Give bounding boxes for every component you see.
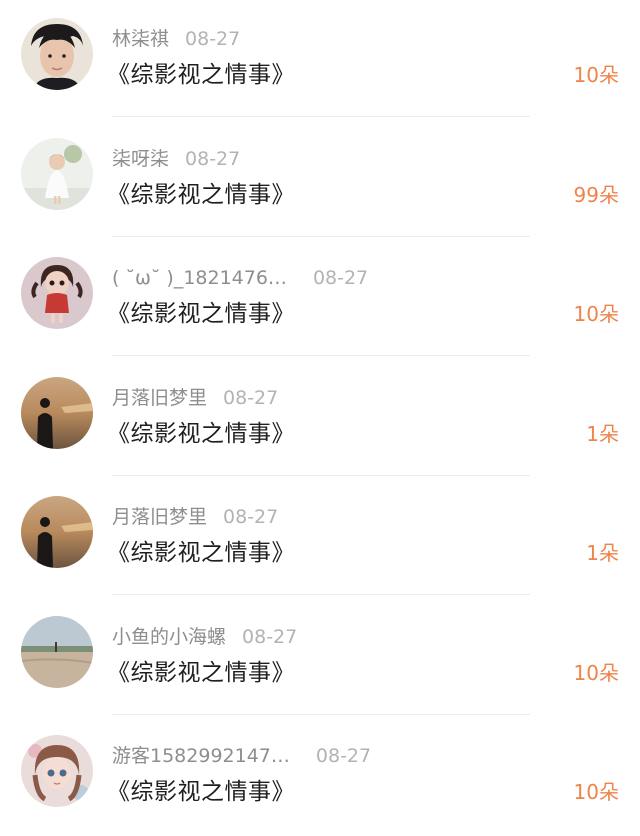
meta-line: 柒呀柒 08-27	[112, 146, 240, 172]
list-item[interactable]: 月落旧梦里 08-27 《综影视之情事》 1朵	[0, 478, 640, 598]
user-name[interactable]: 月落旧梦里	[112, 504, 207, 530]
date: 08-27	[315, 745, 372, 767]
meta-line: 月落旧梦里 08-27	[112, 385, 278, 411]
divider	[112, 713, 530, 715]
book-title[interactable]: 《综影视之情事》	[107, 775, 295, 809]
meta-line: 游客1582992147… 08-27	[112, 743, 371, 769]
meta-line: 小鱼的小海螺 08-27	[112, 624, 297, 650]
divider	[112, 594, 530, 595]
doll-figure-icon	[21, 257, 93, 329]
gift-count: 10朵	[573, 302, 619, 326]
avatar[interactable]	[21, 18, 93, 90]
divider	[112, 235, 530, 237]
user-name[interactable]: 小鱼的小海螺	[112, 624, 226, 650]
book-title[interactable]: 《综影视之情事》	[107, 58, 295, 92]
gift-count: 1朵	[586, 541, 619, 565]
divider	[112, 355, 530, 356]
divider	[112, 116, 530, 117]
user-name[interactable]: 柒呀柒	[112, 146, 169, 172]
sunset-silhouette-icon	[21, 496, 93, 568]
list-item[interactable]: ( ˘ω˘ )_1821476… 08-27 《综影视之情事》 10朵	[0, 239, 640, 359]
meta-line: 月落旧梦里 08-27	[112, 504, 278, 530]
avatar[interactable]	[21, 257, 93, 329]
date: 08-27	[185, 147, 241, 170]
boy-portrait-icon	[21, 18, 93, 90]
list-item[interactable]: 小鱼的小海螺 08-27 《综影视之情事》 10朵	[0, 598, 640, 718]
user-name[interactable]: 林柒祺	[112, 26, 169, 52]
gift-count: 1朵	[586, 421, 619, 446]
list-item[interactable]: 月落旧梦里 08-27 《综影视之情事》 1朵	[0, 359, 640, 479]
avatar[interactable]	[21, 735, 93, 807]
gift-count: 99朵	[573, 182, 619, 207]
avatar[interactable]	[21, 137, 93, 210]
book-title[interactable]: 《综影视之情事》	[107, 178, 295, 212]
avatar[interactable]	[21, 496, 93, 568]
book-title[interactable]: 《综影视之情事》	[107, 656, 295, 690]
sunset-silhouette-icon	[21, 376, 93, 449]
gift-count: 10朵	[573, 63, 619, 87]
book-title[interactable]: 《综影视之情事》	[107, 536, 295, 570]
gift-count: 10朵	[573, 660, 619, 685]
date: 08-27	[223, 506, 279, 528]
list-item[interactable]: 林柒祺 08-27 《综影视之情事》 10朵	[0, 0, 640, 120]
date: 08-27	[242, 625, 298, 648]
girl-white-dress-icon	[21, 137, 93, 210]
date: 08-27	[185, 28, 241, 50]
book-title[interactable]: 《综影视之情事》	[107, 417, 295, 451]
user-name[interactable]: 游客1582992147…	[112, 743, 290, 769]
beach-landscape-icon	[21, 615, 93, 688]
gift-count: 10朵	[573, 780, 619, 804]
date: 08-27	[312, 267, 369, 289]
book-title[interactable]: 《综影视之情事》	[107, 297, 295, 331]
user-name[interactable]: ( ˘ω˘ )_1821476…	[112, 265, 287, 291]
meta-line: 林柒祺 08-27	[112, 26, 240, 52]
user-name[interactable]: 月落旧梦里	[112, 385, 207, 411]
avatar[interactable]	[21, 615, 93, 688]
gift-record-list: 林柒祺 08-27 《综影视之情事》 10朵 柒呀柒 08-27 《综影视之情事》 …	[0, 0, 640, 836]
divider	[112, 474, 530, 476]
list-item[interactable]: 游客1582992147… 08-27 《综影视之情事》 10朵	[0, 717, 640, 836]
list-item[interactable]: 柒呀柒 08-27 《综影视之情事》 99朵	[0, 120, 640, 240]
anime-girl-icon	[21, 735, 93, 807]
date: 08-27	[223, 386, 279, 409]
avatar[interactable]	[21, 376, 93, 449]
meta-line: ( ˘ω˘ )_1821476… 08-27	[112, 265, 368, 291]
